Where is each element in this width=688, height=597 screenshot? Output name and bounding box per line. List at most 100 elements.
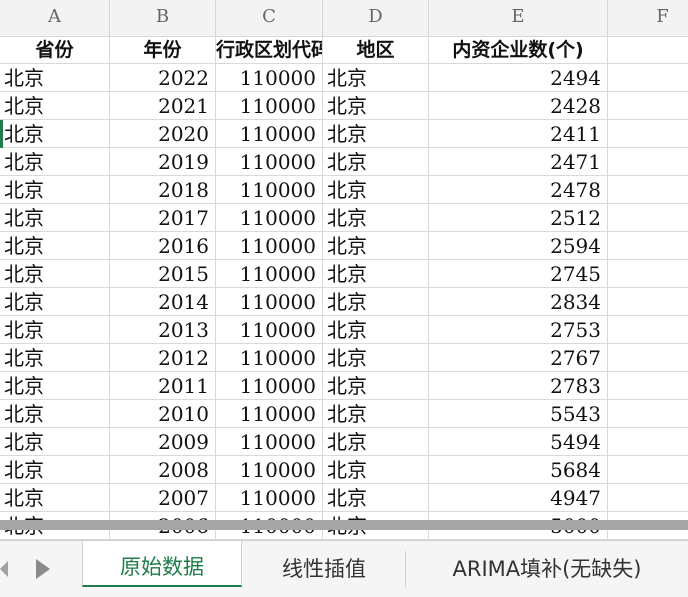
cell-division-code[interactable]: 110000 — [216, 120, 323, 148]
header-cell-province[interactable]: 省份 — [0, 36, 110, 64]
cell-province[interactable]: 北京 — [0, 316, 110, 344]
cell-region[interactable]: 北京 — [323, 288, 429, 316]
cell-region[interactable]: 北京 — [323, 372, 429, 400]
cell-empty[interactable] — [608, 484, 688, 512]
cell-empty[interactable] — [608, 344, 688, 372]
cell-division-code[interactable]: 110000 — [216, 400, 323, 428]
header-cell-enterprise-count[interactable]: 内资企业数(个) — [429, 36, 608, 64]
cell-division-code[interactable]: 110000 — [216, 316, 323, 344]
cell-province[interactable]: 北京 — [0, 484, 110, 512]
column-header-d[interactable]: D — [323, 0, 429, 36]
cell-region[interactable]: 北京 — [323, 232, 429, 260]
column-header-c[interactable]: C — [216, 0, 323, 36]
cell-province[interactable]: 北京 — [0, 176, 110, 204]
tab-original-data[interactable]: 原始数据 — [82, 541, 242, 587]
cell-province[interactable]: 北京 — [0, 92, 110, 120]
cell-division-code[interactable]: 110000 — [216, 260, 323, 288]
cell-division-code[interactable]: 110000 — [216, 372, 323, 400]
cell-province[interactable]: 北京 — [0, 288, 110, 316]
cell-empty[interactable] — [608, 456, 688, 484]
next-sheet-button[interactable] — [32, 555, 54, 583]
cell-region[interactable]: 北京 — [323, 428, 429, 456]
cell-empty[interactable] — [608, 372, 688, 400]
cell-province[interactable]: 北京 — [0, 372, 110, 400]
cell-division-code[interactable]: 110000 — [216, 456, 323, 484]
cell-enterprise-count[interactable]: 5543 — [429, 400, 608, 428]
cell-region[interactable]: 北京 — [323, 260, 429, 288]
column-header-a[interactable]: A — [0, 0, 110, 36]
cell-enterprise-count[interactable]: 2411 — [429, 120, 608, 148]
cell-division-code[interactable]: 110000 — [216, 484, 323, 512]
cell-province[interactable]: 北京 — [0, 204, 110, 232]
cell-year[interactable]: 2019 — [110, 148, 216, 176]
cell-region[interactable]: 北京 — [323, 344, 429, 372]
cell-region[interactable]: 北京 — [323, 204, 429, 232]
cell-year[interactable]: 2020 — [110, 120, 216, 148]
cell-enterprise-count[interactable]: 2783 — [429, 372, 608, 400]
cell-province[interactable]: 北京 — [0, 400, 110, 428]
cell-region[interactable]: 北京 — [323, 148, 429, 176]
cell-region[interactable]: 北京 — [323, 316, 429, 344]
cell-year[interactable]: 2021 — [110, 92, 216, 120]
header-cell-year[interactable]: 年份 — [110, 36, 216, 64]
cell-empty[interactable] — [608, 64, 688, 92]
cell-province[interactable]: 北京 — [0, 64, 110, 92]
cell-province[interactable]: 北京 — [0, 232, 110, 260]
cell-region[interactable]: 北京 — [323, 176, 429, 204]
cell-region[interactable]: 北京 — [323, 400, 429, 428]
cell-year[interactable]: 2008 — [110, 456, 216, 484]
cell-empty[interactable] — [608, 120, 688, 148]
cell-empty[interactable] — [608, 260, 688, 288]
cell-empty[interactable] — [608, 92, 688, 120]
column-header-f[interactable]: F — [608, 0, 688, 36]
cell-enterprise-count[interactable]: 2594 — [429, 232, 608, 260]
cell-division-code[interactable]: 110000 — [216, 344, 323, 372]
cell-province[interactable]: 北京 — [0, 428, 110, 456]
cell-empty[interactable] — [608, 400, 688, 428]
cell-enterprise-count[interactable]: 2494 — [429, 64, 608, 92]
cell-division-code[interactable]: 110000 — [216, 288, 323, 316]
cell-year[interactable]: 2011 — [110, 372, 216, 400]
horizontal-scrollbar[interactable] — [0, 520, 688, 530]
cell-division-code[interactable]: 110000 — [216, 92, 323, 120]
cell-region[interactable]: 北京 — [323, 484, 429, 512]
cell-division-code[interactable]: 110000 — [216, 176, 323, 204]
cell-region[interactable]: 北京 — [323, 456, 429, 484]
cell-enterprise-count[interactable]: 2428 — [429, 92, 608, 120]
cell-enterprise-count[interactable]: 2471 — [429, 148, 608, 176]
header-cell-region[interactable]: 地区 — [323, 36, 429, 64]
cell-division-code[interactable]: 110000 — [216, 232, 323, 260]
cell-year[interactable]: 2007 — [110, 484, 216, 512]
cell-enterprise-count[interactable]: 2753 — [429, 316, 608, 344]
cell-enterprise-count[interactable]: 5684 — [429, 456, 608, 484]
cell-region[interactable]: 北京 — [323, 64, 429, 92]
cell-year[interactable]: 2013 — [110, 316, 216, 344]
header-cell-empty[interactable] — [608, 36, 688, 64]
cell-empty[interactable] — [608, 288, 688, 316]
cell-enterprise-count[interactable]: 2767 — [429, 344, 608, 372]
cell-province[interactable]: 北京 — [0, 120, 110, 148]
cell-empty[interactable] — [608, 148, 688, 176]
column-header-b[interactable]: B — [110, 0, 216, 36]
cell-division-code[interactable]: 110000 — [216, 148, 323, 176]
cell-year[interactable]: 2009 — [110, 428, 216, 456]
cell-region[interactable]: 北京 — [323, 92, 429, 120]
cell-province[interactable]: 北京 — [0, 344, 110, 372]
cell-province[interactable]: 北京 — [0, 148, 110, 176]
cell-region[interactable]: 北京 — [323, 120, 429, 148]
cell-division-code[interactable]: 110000 — [216, 204, 323, 232]
cell-enterprise-count[interactable]: 5494 — [429, 428, 608, 456]
tab-linear-interpolation[interactable]: 线性插值 — [244, 541, 404, 587]
cell-year[interactable]: 2010 — [110, 400, 216, 428]
cell-year[interactable]: 2015 — [110, 260, 216, 288]
prev-sheet-button[interactable] — [0, 555, 10, 583]
cell-year[interactable]: 2016 — [110, 232, 216, 260]
cell-empty[interactable] — [608, 176, 688, 204]
cell-empty[interactable] — [608, 204, 688, 232]
cell-empty[interactable] — [608, 428, 688, 456]
cell-year[interactable]: 2022 — [110, 64, 216, 92]
cell-year[interactable]: 2012 — [110, 344, 216, 372]
cell-division-code[interactable]: 110000 — [216, 428, 323, 456]
cell-province[interactable]: 北京 — [0, 260, 110, 288]
cell-enterprise-count[interactable]: 2512 — [429, 204, 608, 232]
